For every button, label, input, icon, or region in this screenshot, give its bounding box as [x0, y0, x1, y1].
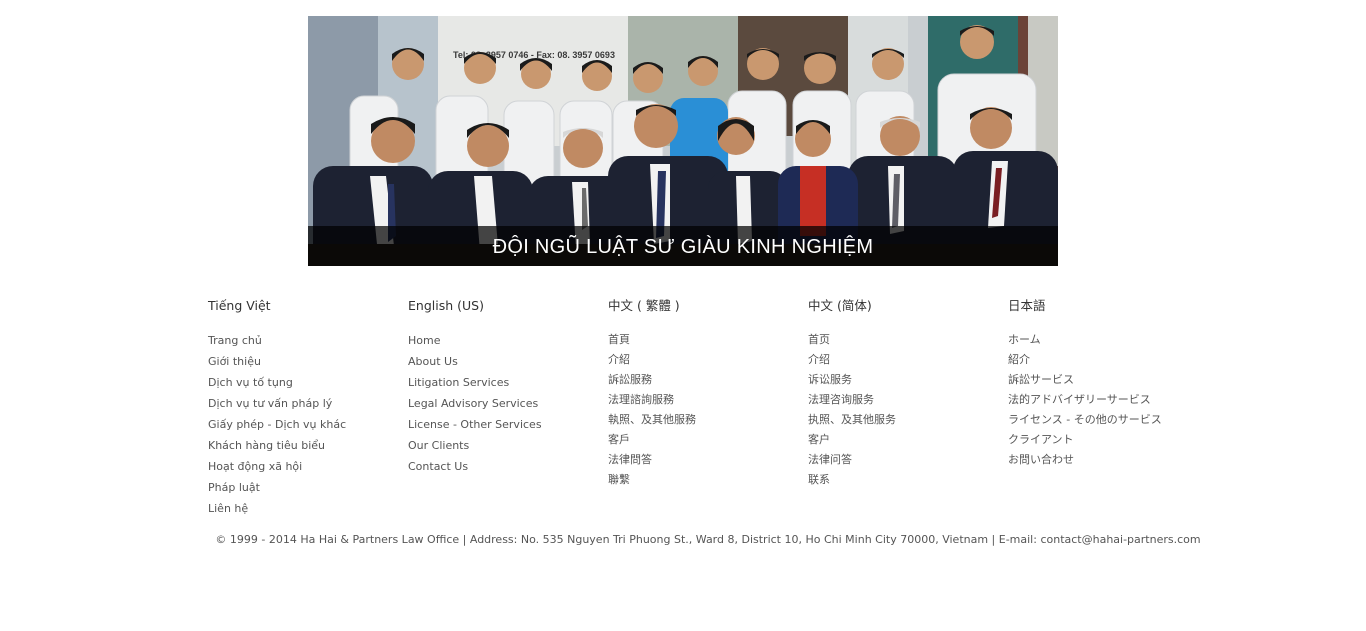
nav-link[interactable]: Pháp luật — [208, 477, 408, 498]
copyright-notice: © 1999 - 2014 Ha Hai & Partners Law Offi… — [215, 533, 1201, 546]
nav-link[interactable]: お問い合わせ — [1008, 450, 1208, 470]
column-japanese: 日本語 ホーム 紹介 訴訟サービス 法的アドバイザリーサービス ライセンス - … — [1008, 297, 1208, 470]
nav-link[interactable]: 诉讼服务 — [808, 370, 1008, 390]
column-heading: 中文 (简体) — [808, 298, 872, 313]
link-list: 首頁 介紹 訴訟服務 法理諮詢服務 執照、及其他服務 客戶 法律問答 聯繫 — [608, 330, 808, 490]
nav-link[interactable]: Dịch vụ tư vấn pháp lý — [208, 393, 408, 414]
link-list: Trang chủ Giới thiệu Dịch vụ tố tụng Dịc… — [208, 330, 408, 519]
nav-link[interactable]: 介绍 — [808, 350, 1008, 370]
nav-link[interactable]: Giới thiệu — [208, 351, 408, 372]
footer-site-map: Tiếng Việt Trang chủ Giới thiệu Dịch vụ … — [208, 297, 1208, 527]
column-vietnamese: Tiếng Việt Trang chủ Giới thiệu Dịch vụ … — [208, 297, 408, 519]
nav-link[interactable]: 法律問答 — [608, 450, 808, 470]
link-list: ホーム 紹介 訴訟サービス 法的アドバイザリーサービス ライセンス - その他の… — [1008, 330, 1208, 470]
nav-link[interactable]: 紹介 — [1008, 350, 1208, 370]
nav-link[interactable]: ホーム — [1008, 330, 1208, 350]
nav-link[interactable]: Contact Us — [408, 456, 608, 477]
nav-link[interactable]: About Us — [408, 351, 608, 372]
nav-link[interactable]: Khách hàng tiêu biểu — [208, 435, 408, 456]
nav-link[interactable]: クライアント — [1008, 430, 1208, 450]
column-heading: Tiếng Việt — [208, 298, 271, 313]
nav-link[interactable]: 首页 — [808, 330, 1008, 350]
nav-link[interactable]: 介紹 — [608, 350, 808, 370]
nav-link[interactable]: Litigation Services — [408, 372, 608, 393]
nav-link[interactable]: Home — [408, 330, 608, 351]
nav-link[interactable]: 首頁 — [608, 330, 808, 350]
nav-link[interactable]: 執照、及其他服務 — [608, 410, 808, 430]
nav-link[interactable]: Liên hệ — [208, 498, 408, 519]
nav-link[interactable]: Hoạt động xã hội — [208, 456, 408, 477]
nav-link[interactable]: 法理咨询服务 — [808, 390, 1008, 410]
nav-link[interactable]: 聯繫 — [608, 470, 808, 490]
nav-link[interactable]: 訴訟服務 — [608, 370, 808, 390]
nav-link[interactable]: 客户 — [808, 430, 1008, 450]
nav-link[interactable]: Legal Advisory Services — [408, 393, 608, 414]
nav-link[interactable]: 訴訟サービス — [1008, 370, 1208, 390]
column-heading: 中文 ( 繁體 ) — [608, 298, 680, 313]
nav-link[interactable]: 法律问答 — [808, 450, 1008, 470]
nav-link[interactable]: 联系 — [808, 470, 1008, 490]
link-list: Home About Us Litigation Services Legal … — [408, 330, 608, 477]
column-heading: 日本語 — [1008, 298, 1046, 313]
nav-link[interactable]: 法理諮詢服務 — [608, 390, 808, 410]
nav-link[interactable]: Dịch vụ tố tụng — [208, 372, 408, 393]
column-english: English (US) Home About Us Litigation Se… — [408, 297, 608, 477]
column-chinese-simplified: 中文 (简体) 首页 介绍 诉讼服务 法理咨询服务 执照、及其他服务 客户 法律… — [808, 297, 1008, 490]
column-chinese-traditional: 中文 ( 繁體 ) 首頁 介紹 訴訟服務 法理諮詢服務 執照、及其他服務 客戶 … — [608, 297, 808, 490]
nav-link[interactable]: License - Other Services — [408, 414, 608, 435]
nav-link[interactable]: 客戶 — [608, 430, 808, 450]
nav-link[interactable]: Giấy phép - Dịch vụ khác — [208, 414, 408, 435]
nav-link[interactable]: Trang chủ — [208, 330, 408, 351]
nav-link[interactable]: 法的アドバイザリーサービス — [1008, 390, 1208, 410]
nav-link[interactable]: 执照、及其他服务 — [808, 410, 1008, 430]
nav-link[interactable]: Our Clients — [408, 435, 608, 456]
nav-link[interactable]: ライセンス - その他のサービス — [1008, 410, 1208, 430]
team-banner: Tel: 08. 3957 0746 - Fax: 08. 3957 0693 — [308, 16, 1058, 266]
banner-caption: ĐỘI NGŨ LUẬT SƯ GIÀU KINH NGHIỆM — [308, 226, 1058, 266]
link-list: 首页 介绍 诉讼服务 法理咨询服务 执照、及其他服务 客户 法律问答 联系 — [808, 330, 1008, 490]
column-heading: English (US) — [408, 298, 484, 313]
